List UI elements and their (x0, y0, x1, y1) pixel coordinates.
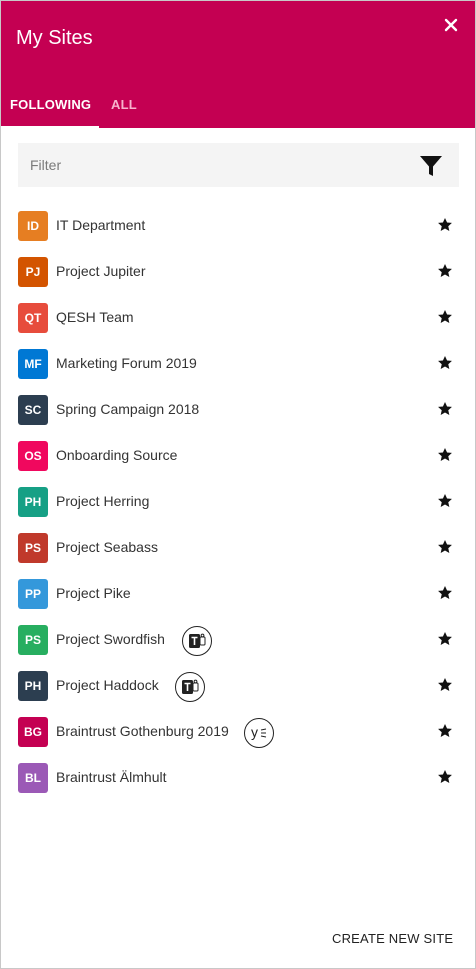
page-title: My Sites (16, 27, 93, 49)
site-avatar: PS (18, 625, 48, 655)
tab-bar: FOLLOWING ALL (1, 91, 475, 128)
header: My Sites FOLLOWING ALL (1, 1, 475, 128)
site-avatar: BG (18, 717, 48, 747)
yammer-icon: y (244, 718, 274, 748)
site-avatar: ID (18, 211, 48, 241)
site-row[interactable]: OS Onboarding Source (1, 432, 475, 478)
site-row[interactable]: PS Project Swordfish (1, 616, 475, 662)
close-icon (444, 18, 458, 32)
site-row[interactable]: BL Braintrust Älmhult (1, 754, 475, 800)
star-icon[interactable] (437, 723, 453, 739)
site-row[interactable]: QT QESH Team (1, 294, 475, 340)
star-icon[interactable] (437, 355, 453, 371)
site-row[interactable]: PJ Project Jupiter (1, 248, 475, 294)
site-name: Project Jupiter (56, 263, 146, 279)
filter-icon (420, 156, 442, 176)
site-avatar: OS (18, 441, 48, 471)
site-row[interactable]: SC Spring Campaign 2018 (1, 386, 475, 432)
tab-following[interactable]: FOLLOWING (10, 97, 91, 134)
site-name: Spring Campaign 2018 (56, 401, 200, 417)
star-icon[interactable] (437, 677, 453, 693)
teams-icon (182, 626, 212, 656)
filter-box (18, 143, 459, 187)
site-name: Project Pike (56, 585, 131, 601)
teams-icon (175, 672, 205, 702)
site-avatar: PH (18, 671, 48, 701)
site-name: Project Seabass (56, 539, 158, 555)
site-avatar: QT (18, 303, 48, 333)
star-icon[interactable] (437, 217, 453, 233)
tab-all[interactable]: ALL (111, 97, 137, 134)
site-avatar: SC (18, 395, 48, 425)
site-name: Project Haddock (56, 677, 159, 693)
site-row[interactable]: BG Braintrust Gothenburg 2019 y (1, 708, 475, 754)
star-icon[interactable] (437, 539, 453, 555)
site-name: Project Herring (56, 493, 150, 509)
site-name: Braintrust Älmhult (56, 769, 167, 785)
site-name: Marketing Forum 2019 (56, 355, 197, 371)
star-icon[interactable] (437, 769, 453, 785)
star-icon[interactable] (437, 631, 453, 647)
site-avatar: PH (18, 487, 48, 517)
filter-button[interactable] (419, 154, 443, 178)
star-icon[interactable] (437, 493, 453, 509)
site-avatar: PJ (18, 257, 48, 287)
star-icon[interactable] (437, 447, 453, 463)
site-name: Braintrust Gothenburg 2019 (56, 723, 229, 739)
site-avatar: PS (18, 533, 48, 563)
site-row[interactable]: ID IT Department (1, 202, 475, 248)
site-name: QESH Team (56, 309, 134, 325)
svg-text:y: y (251, 724, 258, 740)
filter-input[interactable] (18, 143, 408, 187)
star-icon[interactable] (437, 263, 453, 279)
site-avatar: PP (18, 579, 48, 609)
site-row[interactable]: PH Project Herring (1, 478, 475, 524)
star-icon[interactable] (437, 401, 453, 417)
site-avatar: MF (18, 349, 48, 379)
site-avatar: BL (18, 763, 48, 793)
site-row[interactable]: PP Project Pike (1, 570, 475, 616)
site-name: Project Swordfish (56, 631, 165, 647)
create-new-site-button[interactable]: CREATE NEW SITE (332, 931, 453, 946)
site-name: IT Department (56, 217, 146, 233)
site-row[interactable]: PH Project Haddock (1, 662, 475, 708)
site-name: Onboarding Source (56, 447, 178, 463)
my-sites-panel: My Sites FOLLOWING ALL ID IT Department PJ… (0, 0, 476, 969)
site-row[interactable]: MF Marketing Forum 2019 (1, 340, 475, 386)
active-tab-indicator (1, 126, 99, 128)
site-row[interactable]: PS Project Seabass (1, 524, 475, 570)
close-button[interactable] (439, 13, 463, 37)
star-icon[interactable] (437, 585, 453, 601)
star-icon[interactable] (437, 309, 453, 325)
